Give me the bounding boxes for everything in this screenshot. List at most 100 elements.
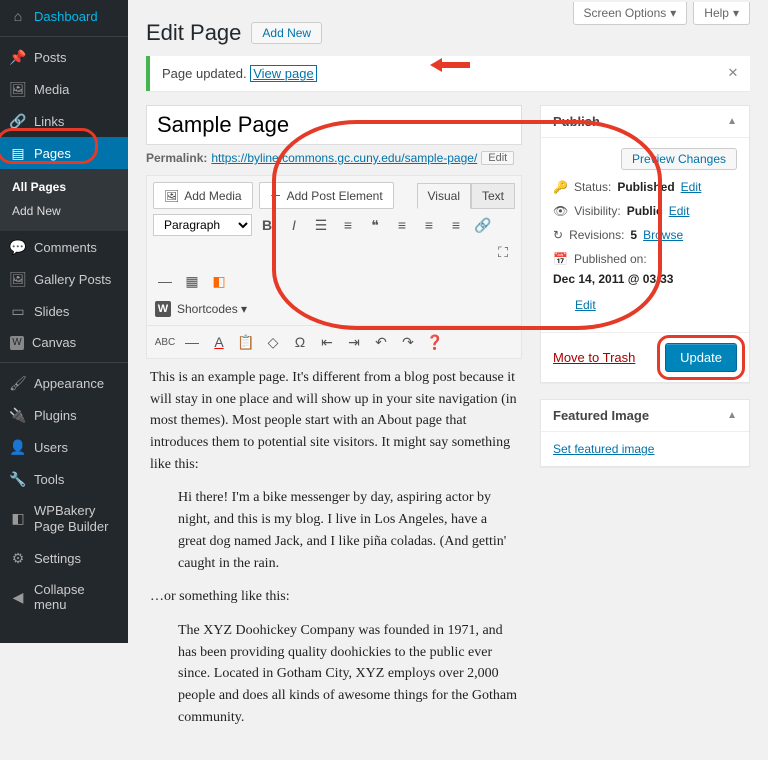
move-to-trash-link[interactable]: Move to Trash	[553, 350, 635, 365]
sidebar-item-collapse[interactable]: ◀Collapse menu	[0, 574, 128, 620]
sidebar-item-tools[interactable]: 🔧Tools	[0, 463, 128, 495]
chevron-up-icon: ▲	[727, 410, 737, 421]
chevron-down-icon: ▾	[733, 6, 739, 20]
add-post-element-button[interactable]: ＋Add Post Element	[259, 182, 394, 209]
tab-visual[interactable]: Visual	[417, 183, 471, 209]
shortcodes-dropdown[interactable]: Shortcodes ▾	[177, 302, 247, 316]
sidebar-item-dashboard[interactable]: ⌂Dashboard	[0, 0, 128, 32]
page-icon: ▤	[10, 145, 26, 161]
sidebar-item-gallery-posts[interactable]: 🖼Gallery Posts	[0, 263, 128, 295]
collapse-icon: ◀	[10, 589, 26, 605]
sidebar-item-links[interactable]: 🔗Links	[0, 105, 128, 137]
preview-changes-button[interactable]: Preview Changes	[621, 148, 737, 170]
align-center-button[interactable]: ≡	[417, 213, 441, 237]
wrench-icon: 🔧	[10, 471, 26, 487]
screen-options-tab[interactable]: Screen Options ▾	[573, 2, 688, 25]
post-content[interactable]: This is an example page. It's different …	[146, 359, 522, 728]
add-new-button[interactable]: Add New	[251, 22, 322, 44]
bold-button[interactable]: B	[255, 213, 279, 237]
sidebar-item-appearance[interactable]: 🖌Appearance	[0, 367, 128, 399]
format-select[interactable]: Paragraph	[153, 214, 252, 236]
help-button[interactable]: ❓	[423, 330, 447, 354]
slides-icon: ▭	[10, 303, 26, 319]
insert-link-button[interactable]: 🔗	[471, 213, 495, 237]
publish-metabox: Publish▲ Preview Changes 🔑Status: Publis…	[540, 105, 750, 383]
content-editor: 🖼Add Media ＋Add Post Element Visual Text…	[146, 175, 522, 359]
dismiss-notice-button[interactable]: ✕	[724, 64, 742, 82]
rss-icon[interactable]: ◧	[207, 269, 231, 293]
calendar-icon: 📅	[553, 252, 568, 266]
wpb-icon: ◧	[10, 511, 26, 527]
media-icon: 🖼	[10, 81, 26, 97]
paste-button[interactable]: 📋	[234, 330, 258, 354]
admin-sidebar: ⌂Dashboard 📌Posts 🖼Media 🔗Links ▤Pages A…	[0, 0, 128, 643]
key-icon: 🔑	[553, 180, 568, 194]
edit-date-link[interactable]: Edit	[575, 298, 596, 312]
post-title-input[interactable]	[146, 105, 522, 145]
set-featured-image-link[interactable]: Set featured image	[553, 442, 654, 456]
sidebar-item-users[interactable]: 👤Users	[0, 431, 128, 463]
align-right-button[interactable]: ≡	[444, 213, 468, 237]
permalink-url[interactable]: https://byline.commons.gc.cuny.edu/sampl…	[211, 151, 477, 165]
blockquote-button[interactable]: ❝	[363, 213, 387, 237]
browse-revisions-link[interactable]: Browse	[643, 228, 683, 242]
link-icon: 🔗	[10, 113, 26, 129]
pin-icon: 📌	[10, 49, 26, 65]
sidebar-sub-all-pages[interactable]: All Pages	[0, 175, 128, 199]
hr-button[interactable]: —	[180, 330, 204, 354]
table-button[interactable]: ▦	[180, 269, 204, 293]
help-tab[interactable]: Help ▾	[693, 2, 750, 25]
brush-icon: 🖌	[10, 375, 26, 391]
sidebar-item-comments[interactable]: 💬Comments	[0, 231, 128, 263]
chevron-down-icon: ▾	[670, 6, 676, 20]
edit-status-link[interactable]: Edit	[681, 180, 702, 194]
sidebar-submenu-pages: All Pages Add New	[0, 169, 128, 231]
sidebar-item-wpbakery[interactable]: ◧WPBakery Page Builder	[0, 495, 128, 542]
permalink-edit-button[interactable]: Edit	[481, 151, 514, 165]
editor-toolbar-row2: ABC — A 📋 ◇ Ω ⇤ ⇥ ↶ ↷ ❓	[147, 325, 521, 358]
readmore-button[interactable]: —	[153, 269, 177, 293]
view-page-link[interactable]: View page	[250, 65, 316, 82]
featured-image-heading[interactable]: Featured Image▲	[541, 400, 749, 432]
sidebar-sub-add-new[interactable]: Add New	[0, 199, 128, 223]
notice-text: Page updated.	[162, 66, 247, 81]
add-media-button[interactable]: 🖼Add Media	[153, 182, 253, 209]
textcolor-button[interactable]: A	[207, 330, 231, 354]
users-icon: 👤	[10, 439, 26, 455]
indent-button[interactable]: ⇥	[342, 330, 366, 354]
highlight-arrow-marker	[430, 58, 470, 72]
page-title: Edit Page	[146, 20, 241, 46]
featured-image-metabox: Featured Image▲ Set featured image	[540, 399, 750, 467]
sidebar-item-plugins[interactable]: 🔌Plugins	[0, 399, 128, 431]
sidebar-item-settings[interactable]: ⚙Settings	[0, 542, 128, 574]
sidebar-item-posts[interactable]: 📌Posts	[0, 41, 128, 73]
chevron-up-icon: ▲	[727, 116, 737, 127]
plus-icon: ＋	[270, 187, 282, 204]
sidebar-item-slides[interactable]: ▭Slides	[0, 295, 128, 327]
sidebar-item-media[interactable]: 🖼Media	[0, 73, 128, 105]
fullscreen-button[interactable]: ⛶	[491, 240, 515, 264]
sliders-icon: ⚙	[10, 550, 26, 566]
gallery-icon: 🖼	[10, 271, 26, 287]
update-button[interactable]: Update	[665, 343, 737, 372]
outdent-button[interactable]: ⇤	[315, 330, 339, 354]
gauge-icon: ⌂	[10, 8, 26, 24]
redo-button[interactable]: ↷	[396, 330, 420, 354]
undo-button[interactable]: ↶	[369, 330, 393, 354]
specialchar-button[interactable]: Ω	[288, 330, 312, 354]
permalink-label: Permalink:	[146, 151, 207, 165]
canvas-icon: W	[10, 336, 24, 350]
media-icon: 🖼	[164, 189, 179, 203]
italic-button[interactable]: I	[282, 213, 306, 237]
number-list-button[interactable]: ≡	[336, 213, 360, 237]
edit-visibility-link[interactable]: Edit	[669, 204, 690, 218]
clear-format-button[interactable]: ◇	[261, 330, 285, 354]
comment-icon: 💬	[10, 239, 26, 255]
align-left-button[interactable]: ≡	[390, 213, 414, 237]
sidebar-item-pages[interactable]: ▤Pages	[0, 137, 128, 169]
strike-button[interactable]: ABC	[153, 330, 177, 354]
tab-text[interactable]: Text	[471, 183, 515, 209]
sidebar-item-canvas[interactable]: WCanvas	[0, 327, 128, 358]
publish-heading[interactable]: Publish▲	[541, 106, 749, 138]
bullet-list-button[interactable]: ☰	[309, 213, 333, 237]
